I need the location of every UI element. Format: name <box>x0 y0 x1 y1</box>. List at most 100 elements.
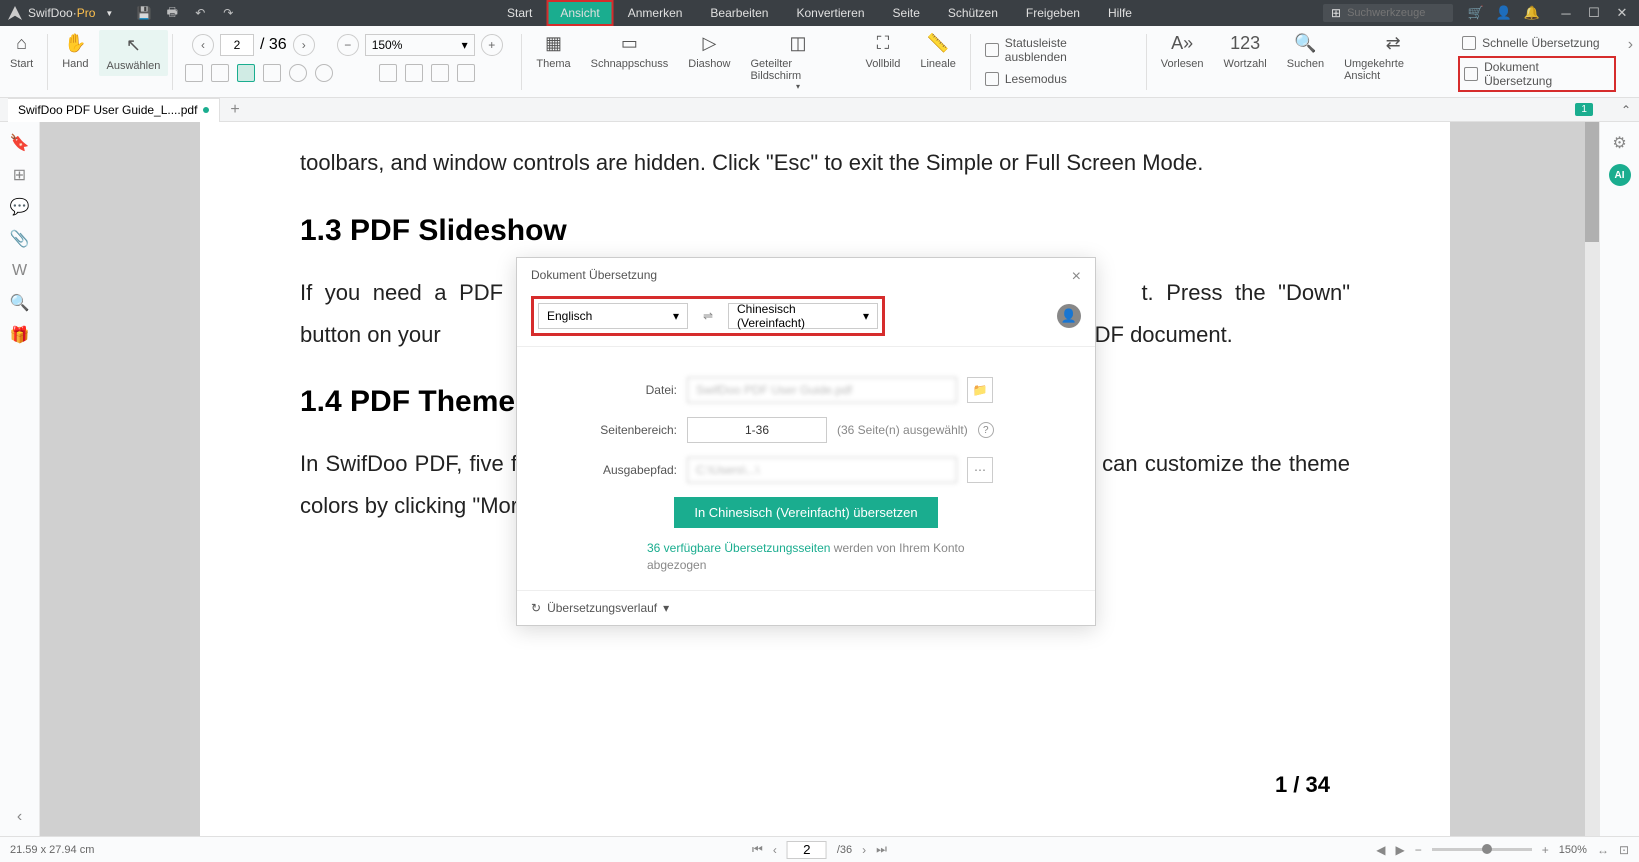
speaker-icon: A» <box>1171 32 1193 54</box>
user-avatar-icon[interactable]: 👤 <box>1057 304 1081 328</box>
ribbon-theme[interactable]: ▦Thema <box>526 30 580 72</box>
cart-icon[interactable]: 🛒 <box>1469 6 1483 20</box>
ribbon-split[interactable]: ◫Geteilter Bildschirm▾ <box>740 30 855 93</box>
ribbon-wordcount[interactable]: 123Wortzahl <box>1214 30 1277 72</box>
credits-link[interactable]: 36 verfügbare Übersetzungsseiten <box>647 541 830 555</box>
page-prev-button[interactable]: ‹ <box>192 34 214 56</box>
layout-icon-1[interactable] <box>185 64 203 82</box>
layout-icon-2[interactable] <box>211 64 229 82</box>
rotate-left-icon[interactable] <box>289 64 307 82</box>
prev-page-button[interactable]: ‹ <box>773 843 777 857</box>
ribbon-rulers[interactable]: 📏Lineale <box>910 30 965 72</box>
print-icon[interactable]: 🖶 <box>165 6 179 20</box>
user-icon[interactable]: 👤 <box>1497 6 1511 20</box>
menu-konvertieren[interactable]: Konvertieren <box>782 0 878 26</box>
ribbon-hand[interactable]: ✋Hand <box>52 30 98 72</box>
sidebar-prev-icon[interactable]: ‹ <box>17 808 22 826</box>
ribbon-more-icon[interactable]: › <box>1622 30 1639 60</box>
zoom-slider[interactable] <box>1432 848 1532 851</box>
menu-seite[interactable]: Seite <box>879 0 934 26</box>
ribbon-start[interactable]: ⌂Start <box>0 30 43 72</box>
zoom-in-button[interactable]: + <box>481 34 503 56</box>
ribbon-reverse-view[interactable]: ⇄Umgekehrte Ansicht <box>1334 30 1452 84</box>
attachments-icon[interactable]: 📎 <box>11 230 29 248</box>
source-language-select[interactable]: Englisch▾ <box>538 303 688 329</box>
doc-paragraph: toolbars, and window controls are hidden… <box>300 142 1350 184</box>
fit-icon-2[interactable] <box>405 64 423 82</box>
ribbon-hide-statusbar[interactable]: Statusleiste ausblenden <box>981 34 1136 66</box>
translation-history-button[interactable]: ↻ Übersetzungsverlauf ▾ <box>531 601 669 615</box>
ai-button[interactable]: AI <box>1609 164 1631 186</box>
bell-icon[interactable]: 🔔 <box>1525 6 1539 20</box>
undo-icon[interactable]: ↶ <box>193 6 207 20</box>
collapse-ribbon-icon[interactable]: ⌃ <box>1621 103 1631 117</box>
ribbon-quick-translate[interactable]: Schnelle Übersetzung <box>1458 34 1616 52</box>
layout-icon-4[interactable] <box>263 64 281 82</box>
zoom-minus-button[interactable]: − <box>1415 843 1422 857</box>
translate-button[interactable]: In Chinesisch (Vereinfacht) übersetzen <box>674 497 937 528</box>
page-range-input[interactable]: 1-36 <box>687 417 827 443</box>
tool-search-input[interactable] <box>1347 7 1445 19</box>
ribbon-doc-translate[interactable]: Dokument Übersetzung <box>1458 56 1616 92</box>
nav-fwd-button[interactable]: ▶ <box>1396 843 1405 857</box>
first-page-button[interactable]: ⏮ <box>752 842 763 857</box>
close-icon[interactable]: ✕ <box>1615 6 1629 20</box>
page-next-button[interactable]: › <box>293 34 315 56</box>
zoom-select[interactable]: 150%▾ <box>365 34 475 56</box>
fit-width-icon[interactable]: ↔ <box>1597 843 1609 857</box>
zoom-out-button[interactable]: − <box>337 34 359 56</box>
menu-anmerken[interactable]: Anmerken <box>614 0 697 26</box>
maximize-icon[interactable]: ☐ <box>1587 6 1601 20</box>
ribbon-snapshot[interactable]: ▭Schnappschuss <box>581 30 679 72</box>
dialog-close-button[interactable]: × <box>1072 268 1081 286</box>
app-dropdown-icon[interactable]: ▼ <box>105 9 113 18</box>
vertical-scrollbar[interactable] <box>1585 122 1599 836</box>
layout-icon-3[interactable] <box>237 64 255 82</box>
ribbon-readaloud[interactable]: A»Vorlesen <box>1151 30 1214 72</box>
tool-search[interactable]: ⊞ <box>1323 4 1453 22</box>
save-icon[interactable]: 💾 <box>137 6 151 20</box>
gift-icon[interactable]: 🎁 <box>11 326 29 344</box>
thumbnails-icon[interactable]: ⊞ <box>11 166 29 184</box>
menu-bearbeiten[interactable]: Bearbeiten <box>696 0 782 26</box>
next-page-button[interactable]: › <box>862 843 866 857</box>
zoom-plus-button[interactable]: + <box>1542 843 1549 857</box>
menu-schuetzen[interactable]: Schützen <box>934 0 1012 26</box>
target-language-select[interactable]: Chinesisch (Vereinfacht)▾ <box>728 303 878 329</box>
ribbon-search[interactable]: 🔍Suchen <box>1277 30 1334 72</box>
document-tab[interactable]: SwifDoo PDF User Guide_L....pdf <box>8 98 220 122</box>
minimize-icon[interactable]: ─ <box>1559 6 1573 20</box>
fit-icon-3[interactable] <box>431 64 449 82</box>
ribbon-slideshow[interactable]: ▷Diashow <box>678 30 740 72</box>
new-tab-button[interactable]: + <box>230 101 239 119</box>
output-path-input[interactable]: C:\Users\...\ <box>687 457 957 483</box>
help-icon[interactable]: ? <box>978 422 994 438</box>
file-input[interactable]: SwifDoo PDF User Guide.pdf <box>687 377 957 403</box>
ribbon-select[interactable]: ↖Auswählen <box>99 30 169 76</box>
rotate-right-icon[interactable] <box>315 64 333 82</box>
fit-icon-4[interactable] <box>457 64 475 82</box>
fit-page-icon[interactable]: ⊡ <box>1619 843 1629 857</box>
swap-languages-icon[interactable]: ⇌ <box>698 309 718 323</box>
zoom-slider-thumb[interactable] <box>1482 844 1492 854</box>
status-page-input[interactable] <box>787 841 827 859</box>
scrollbar-thumb[interactable] <box>1585 122 1599 242</box>
nav-back-button[interactable]: ◀ <box>1376 843 1385 857</box>
menu-ansicht[interactable]: Ansicht <box>546 0 613 26</box>
page-current-input[interactable] <box>220 34 254 56</box>
comments-icon[interactable]: 💬 <box>11 198 29 216</box>
redo-icon[interactable]: ↷ <box>221 6 235 20</box>
last-page-button[interactable]: ⏭ <box>876 842 887 857</box>
menu-hilfe[interactable]: Hilfe <box>1094 0 1146 26</box>
browse-output-button[interactable]: ⋯ <box>967 457 993 483</box>
bookmark-icon[interactable]: 🔖 <box>11 134 29 152</box>
find-icon[interactable]: 🔍 <box>11 294 29 312</box>
settings-slider-icon[interactable]: ⚙ <box>1611 134 1629 152</box>
word-icon[interactable]: W <box>11 262 29 280</box>
menu-freigeben[interactable]: Freigeben <box>1012 0 1094 26</box>
menu-start[interactable]: Start <box>493 0 546 26</box>
browse-file-button[interactable]: 📁 <box>967 377 993 403</box>
fit-icon-1[interactable] <box>379 64 397 82</box>
ribbon-fullscreen[interactable]: ⛶Vollbild <box>856 30 911 72</box>
ribbon-readmode[interactable]: Lesemodus <box>981 70 1136 88</box>
